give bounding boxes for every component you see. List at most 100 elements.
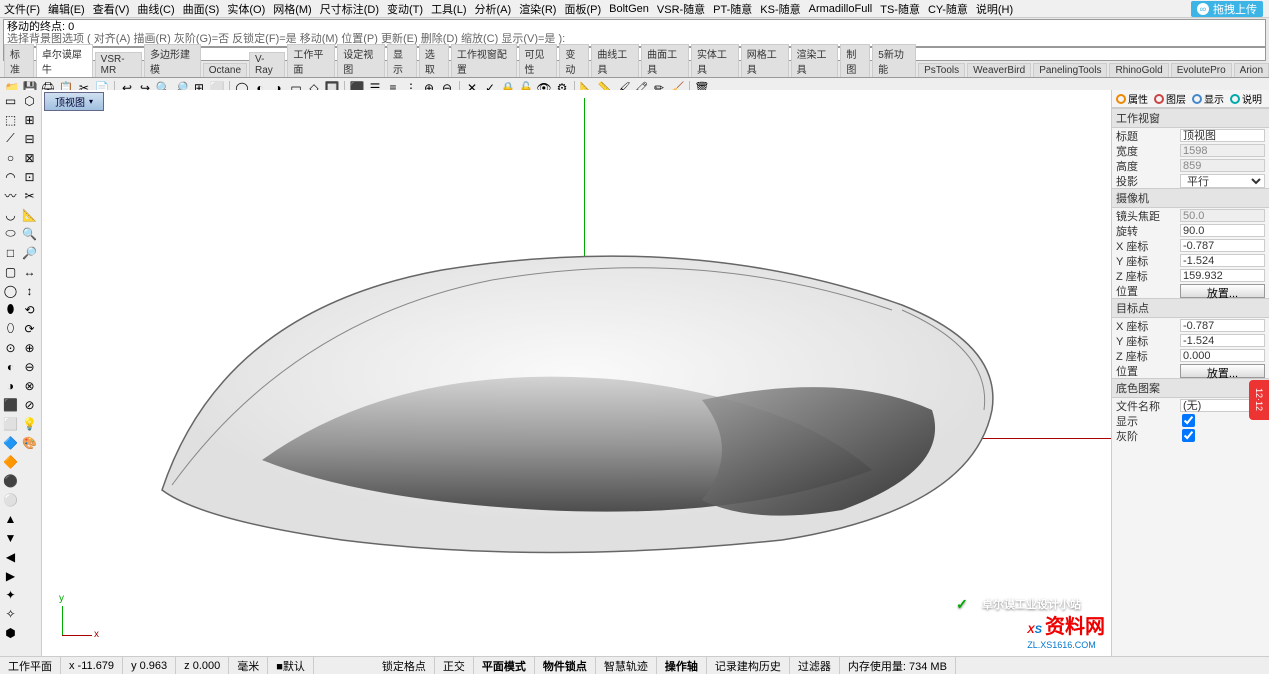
status-toggle[interactable]: 智慧轨迹 — [596, 657, 657, 674]
viewport[interactable]: 顶视图 y x ✓ 卓尔谟工业设计小站 XS 资料网 — [42, 90, 1111, 656]
menu-item[interactable]: PT-随意 — [713, 1, 752, 17]
menu-item[interactable]: KS-随意 — [760, 1, 800, 17]
tool-icon[interactable]: 🔍 — [21, 225, 38, 242]
tool-icon[interactable]: ◯ — [2, 282, 19, 299]
cam-x-value[interactable]: -0.787 — [1180, 239, 1265, 252]
toolbar-tab[interactable]: 制图 — [840, 44, 870, 77]
toolbar-tab[interactable]: 多边形建模 — [144, 44, 201, 77]
toolbar-tab[interactable]: 曲线工具 — [591, 44, 639, 77]
tool-icon[interactable]: 📐 — [21, 206, 38, 223]
menu-item[interactable]: 说明(H) — [976, 1, 1013, 17]
menu-item[interactable]: 工具(L) — [431, 1, 466, 17]
toolbar-tab[interactable]: 可见性 — [519, 44, 558, 77]
tool-icon[interactable]: ○ — [2, 149, 19, 166]
tool-icon[interactable]: 🔎 — [21, 244, 38, 261]
tool-icon[interactable]: ▶ — [2, 567, 19, 584]
menu-item[interactable]: 曲线(C) — [137, 1, 174, 17]
menu-item[interactable]: 渲染(R) — [519, 1, 556, 17]
menu-item[interactable]: ArmadilloFull — [809, 3, 873, 15]
tool-icon[interactable]: ⬡ — [21, 92, 38, 109]
toolbar-tab[interactable]: 设定视图 — [337, 44, 385, 77]
tool-icon[interactable]: ▢ — [2, 263, 19, 280]
toolbar-tab[interactable]: Arion — [1234, 63, 1269, 77]
toolbar-tab[interactable]: V-Ray — [249, 52, 285, 77]
bg-gray-checkbox[interactable] — [1182, 429, 1195, 442]
tool-icon[interactable]: ⬭ — [2, 225, 19, 242]
menu-item[interactable]: 变动(T) — [387, 1, 423, 17]
viewport-title[interactable]: 顶视图 — [44, 92, 104, 111]
panel-tab[interactable]: 显示 — [1192, 91, 1224, 106]
tool-icon[interactable]: ⊕ — [21, 339, 38, 356]
menu-item[interactable]: 实体(O) — [227, 1, 265, 17]
tool-icon[interactable]: 〰 — [2, 187, 19, 204]
toolbar-tab[interactable]: VSR-MR — [95, 52, 142, 77]
promo-tag[interactable]: 12·12 — [1249, 380, 1269, 420]
tgt-y-value[interactable]: -1.524 — [1180, 334, 1265, 347]
tool-icon[interactable]: ⟲ — [21, 301, 38, 318]
cam-rot-value[interactable]: 90.0 — [1180, 224, 1265, 237]
status-toggle[interactable]: 正交 — [435, 657, 474, 674]
toolbar-tab[interactable]: 渲染工具 — [791, 44, 839, 77]
tool-icon[interactable]: 🔷 — [2, 434, 19, 451]
status-layer[interactable]: ■默认 — [268, 657, 314, 674]
tool-icon[interactable]: ⊠ — [21, 149, 38, 166]
tool-icon[interactable]: ⚪ — [2, 491, 19, 508]
vp-proj-select[interactable]: 平行 — [1180, 174, 1265, 188]
status-toggle[interactable]: 记录建构历史 — [707, 657, 790, 674]
panel-tab[interactable]: 图层 — [1154, 91, 1186, 106]
tool-icon[interactable]: ⊡ — [21, 168, 38, 185]
status-toggle[interactable]: 物件锁点 — [535, 657, 596, 674]
tool-icon[interactable]: ⊘ — [21, 396, 38, 413]
toolbar-tab[interactable]: 工作平面 — [287, 44, 335, 77]
tool-icon[interactable]: 🔶 — [2, 453, 19, 470]
panel-tab[interactable]: 说明 — [1230, 91, 1262, 106]
bg-file-value[interactable]: (无) — [1180, 399, 1252, 412]
tool-icon[interactable]: ⊞ — [21, 111, 38, 128]
cam-y-value[interactable]: -1.524 — [1180, 254, 1265, 267]
status-unit[interactable]: 毫米 — [229, 657, 268, 674]
menu-item[interactable]: 查看(V) — [93, 1, 130, 17]
toolbar-tab[interactable]: 5新功能 — [872, 44, 916, 77]
menu-item[interactable]: 网格(M) — [273, 1, 312, 17]
bg-show-checkbox[interactable] — [1182, 414, 1195, 427]
toolbar-tab[interactable]: 变动 — [559, 44, 589, 77]
menu-item[interactable]: 分析(A) — [475, 1, 512, 17]
tgt-place-button[interactable]: 放置... — [1180, 364, 1265, 378]
tgt-z-value[interactable]: 0.000 — [1180, 349, 1265, 362]
tool-icon[interactable]: ⬚ — [2, 111, 19, 128]
tool-icon[interactable]: ⬜ — [2, 415, 19, 432]
tool-icon[interactable]: ⊙ — [2, 339, 19, 356]
tool-icon[interactable]: ↔ — [21, 263, 38, 280]
tool-icon[interactable]: ◀ — [2, 548, 19, 565]
tool-icon[interactable]: ▲ — [2, 510, 19, 527]
tool-icon[interactable]: ↕ — [21, 282, 38, 299]
tool-icon[interactable]: ⊗ — [21, 377, 38, 394]
menu-item[interactable]: BoltGen — [609, 3, 649, 15]
tool-icon[interactable]: ◠ — [2, 168, 19, 185]
tool-icon[interactable]: ⬯ — [2, 320, 19, 337]
tool-icon[interactable]: ⬮ — [2, 301, 19, 318]
tool-icon[interactable]: ▭ — [2, 92, 19, 109]
cam-z-value[interactable]: 159.932 — [1180, 269, 1265, 282]
tool-icon[interactable]: ✂ — [21, 187, 38, 204]
tool-icon[interactable]: ⊖ — [21, 358, 38, 375]
tool-icon[interactable]: ⟳ — [21, 320, 38, 337]
tool-icon[interactable]: ✦ — [2, 586, 19, 603]
toolbar-tab[interactable]: 实体工具 — [691, 44, 739, 77]
tool-icon[interactable]: ▼ — [2, 529, 19, 546]
menu-item[interactable]: 文件(F) — [4, 1, 40, 17]
vp-title-value[interactable]: 顶视图 — [1180, 129, 1265, 142]
toolbar-tab[interactable]: PanelingTools — [1033, 63, 1107, 77]
status-cplane[interactable]: 工作平面 — [0, 657, 61, 674]
toolbar-tab[interactable]: EvolutePro — [1171, 63, 1232, 77]
toolbar-tab[interactable]: RhinoGold — [1109, 63, 1168, 77]
tool-icon[interactable]: ◑ — [2, 377, 19, 394]
panel-tab[interactable]: 属性 — [1116, 91, 1148, 106]
menu-item[interactable]: CY-随意 — [928, 1, 968, 17]
tool-icon[interactable]: ⟋ — [2, 130, 19, 147]
status-toggle[interactable]: 平面模式 — [474, 657, 535, 674]
toolbar-tab[interactable]: PsTools — [918, 63, 965, 77]
tool-icon[interactable]: ⬛ — [2, 396, 19, 413]
toolbar-tab[interactable]: 网格工具 — [741, 44, 789, 77]
menu-item[interactable]: 尺寸标注(D) — [320, 1, 379, 17]
